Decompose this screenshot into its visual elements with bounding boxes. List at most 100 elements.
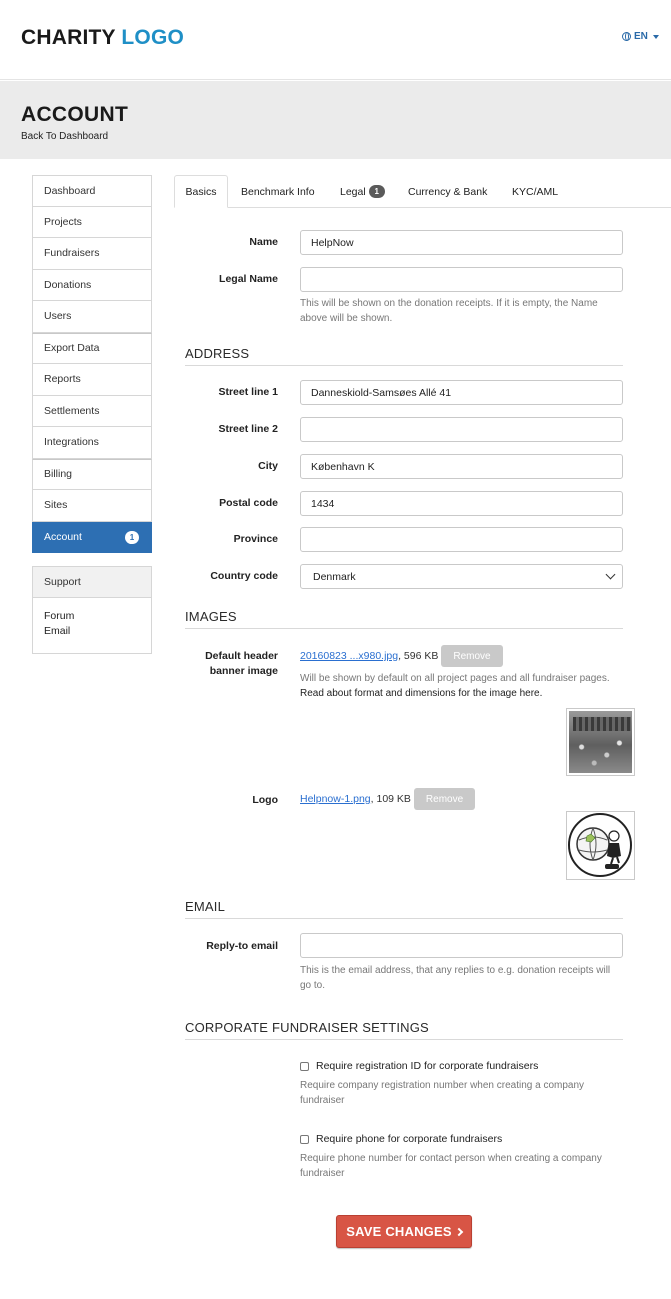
tab-currency-bank[interactable]: Currency & Bank	[408, 175, 487, 208]
legal-name-help: This will be shown on the donation recei…	[300, 296, 622, 326]
tab-kyc-aml[interactable]: KYC/AML	[512, 175, 558, 208]
sidebar-item-dashboard[interactable]: Dashboard	[32, 175, 152, 207]
top-bar: CHARITY LOGO EN	[0, 0, 671, 80]
help-text: This is the email address, that any repl…	[300, 965, 611, 976]
sidebar-item-label: Export Data	[44, 342, 100, 355]
save-changes-button[interactable]: SAVE CHANGES	[336, 1215, 472, 1248]
settings-tabs: Basics Benchmark Info Legal 1 Currency &…	[174, 175, 671, 208]
help-text: Require company registration number when…	[300, 1080, 585, 1091]
tab-label: KYC/AML	[512, 185, 559, 198]
banner-help: Will be shown by default on all project …	[300, 671, 622, 701]
require-phone-help: Require phone number for contact person …	[300, 1151, 622, 1181]
logo-accent-text: LOGO	[121, 26, 185, 49]
page-header: ACCOUNT Back To Dashboard	[0, 81, 671, 159]
banner-image-thumbnail	[566, 708, 635, 776]
help-text: fundraiser	[300, 1168, 345, 1179]
checkbox-label: Require phone for corporate fundraisers	[316, 1133, 503, 1145]
reply-to-email-input[interactable]	[300, 933, 623, 958]
help-text: above will be shown.	[300, 313, 393, 324]
name-label: Name	[249, 236, 278, 248]
save-button-label: SAVE CHANGES	[346, 1224, 452, 1239]
language-selector[interactable]: EN	[622, 31, 659, 42]
logo-image-thumbnail	[566, 811, 635, 880]
corporate-settings-section-title: CORPORATE FUNDRAISER SETTINGS	[185, 1020, 623, 1040]
remove-logo-button[interactable]: Remove	[413, 788, 476, 810]
charity-logo[interactable]: CHARITY LOGO	[21, 26, 184, 50]
street1-input[interactable]: Danneskiold-Samsøes Allé 41	[300, 380, 623, 405]
sidebar-item-label: Reports	[44, 373, 81, 386]
help-text: fundraiser	[300, 1095, 345, 1106]
banner-format-link[interactable]: Read about format and dimensions for the…	[300, 688, 540, 699]
logo-file-size: , 109 KB	[370, 793, 411, 805]
chevron-right-icon	[454, 1227, 463, 1237]
email-section-title: EMAIL	[185, 899, 623, 919]
street2-input[interactable]	[300, 417, 623, 442]
chevron-down-icon	[605, 569, 616, 580]
sidebar-item-label: Settlements	[44, 404, 100, 417]
name-input[interactable]: HelpNow	[300, 230, 623, 255]
help-text: go to.	[300, 980, 326, 991]
postal-code-label: Postal code	[219, 497, 278, 509]
banner-file-link[interactable]: 20160823 ...x980.jpg	[300, 650, 398, 662]
banner-image-label: Default header banner image	[0, 649, 278, 679]
language-label: EN	[634, 31, 648, 42]
registration-id-option[interactable]: Require registration ID for corporate fu…	[300, 1060, 538, 1072]
email-link[interactable]: Email	[44, 624, 151, 639]
globe-icon	[622, 32, 631, 41]
street2-label: Street line 2	[218, 423, 278, 435]
tab-label: Benchmark Info	[241, 185, 315, 198]
back-to-dashboard-link[interactable]: Back To Dashboard	[21, 131, 108, 142]
sidebar-item-label: Dashboard	[44, 184, 96, 197]
tab-label: Basics	[185, 185, 217, 198]
tab-label: Legal	[340, 185, 366, 198]
tab-legal[interactable]: Legal 1	[340, 175, 385, 208]
tab-basics[interactable]: Basics	[174, 175, 228, 208]
require-phone-checkbox[interactable]	[300, 1134, 309, 1144]
help-text: .	[539, 688, 543, 699]
select-value: Denmark	[313, 570, 356, 583]
reply-to-email-label: Reply-to email	[206, 940, 278, 952]
country-code-label: Country code	[210, 570, 278, 582]
logo-label: Logo	[252, 794, 278, 806]
reply-to-email-help: This is the email address, that any repl…	[300, 963, 622, 993]
province-input[interactable]	[300, 527, 623, 552]
sidebar-item-label: Users	[44, 310, 72, 323]
help-text: This will be shown on the donation recei…	[300, 298, 598, 309]
city-label: City	[258, 460, 278, 472]
help-text: Require phone number for contact person …	[300, 1153, 602, 1164]
city-input[interactable]: København K	[300, 454, 623, 479]
checkbox-label: Require registration ID for corporate fu…	[316, 1060, 539, 1072]
postal-code-input[interactable]: 1434	[300, 491, 623, 516]
registration-id-checkbox[interactable]	[300, 1061, 309, 1071]
country-code-select[interactable]: Denmark	[300, 564, 623, 589]
banner-file-row: 20160823 ...x980.jpg , 596 KB Remove	[300, 645, 503, 667]
address-section-title: ADDRESS	[185, 346, 623, 366]
registration-id-help: Require company registration number when…	[300, 1078, 622, 1108]
street1-label: Street line 1	[218, 386, 278, 398]
notification-badge: 1	[368, 185, 385, 198]
sidebar-item-projects[interactable]: Projects	[32, 206, 152, 238]
logo-file-row: Helpnow-1.png , 109 KB Remove	[300, 788, 476, 810]
help-text: Will be shown by default on all project …	[300, 673, 610, 684]
forum-link[interactable]: Forum	[44, 609, 151, 624]
sidebar-item-label: Integrations	[44, 436, 99, 449]
label-line: banner image	[209, 665, 278, 677]
banner-file-size: , 596 KB	[398, 650, 439, 662]
tab-benchmark-info[interactable]: Benchmark Info	[241, 175, 315, 208]
label-line: Default header	[205, 650, 278, 662]
legal-name-input[interactable]	[300, 267, 623, 292]
sidebar-item-users[interactable]: Users	[32, 301, 152, 333]
page-title: ACCOUNT	[21, 103, 129, 126]
tab-label: Currency & Bank	[408, 185, 488, 198]
require-phone-option[interactable]: Require phone for corporate fundraisers	[300, 1133, 502, 1145]
sidebar-item-export-data[interactable]: Export Data	[32, 332, 152, 364]
images-section-title: IMAGES	[185, 609, 623, 629]
logo-file-link[interactable]: Helpnow-1.png	[300, 793, 371, 805]
logo-main-text: CHARITY	[21, 26, 116, 49]
legal-name-label: Legal Name	[219, 273, 278, 285]
banner-photo	[569, 711, 632, 773]
province-label: Province	[233, 533, 278, 545]
remove-banner-button[interactable]: Remove	[441, 645, 503, 667]
helpnow-logo-image	[568, 813, 632, 877]
sidebar-item-label: Projects	[44, 215, 82, 228]
